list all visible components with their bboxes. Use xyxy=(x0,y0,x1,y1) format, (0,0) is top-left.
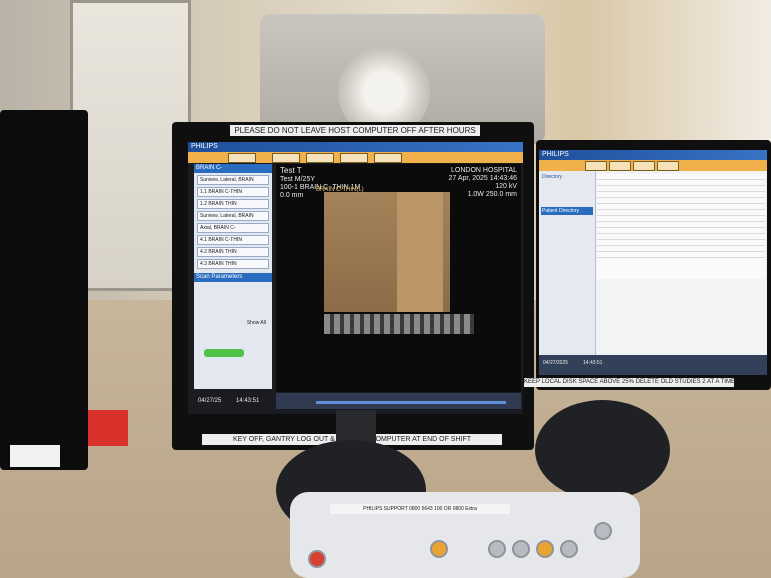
toolbar-button-2[interactable] xyxy=(272,153,300,163)
patient-id: Test M/25Y xyxy=(280,176,316,183)
ws-status-date: 04/27/2025 xyxy=(543,360,569,366)
workstation-statusbar: 04/27/2025 14:43:51 xyxy=(539,355,767,375)
exam-item[interactable]: 4.2 BRAIN THIN xyxy=(197,247,269,257)
ws-tab-3[interactable] xyxy=(633,161,655,171)
ws-tab-1[interactable] xyxy=(585,161,607,171)
exam-item[interactable]: Surview, Lateral, BRAIN xyxy=(197,175,269,185)
hospital-name: LONDON HOSPITAL xyxy=(451,167,517,174)
scout-plan-shade xyxy=(397,192,443,312)
scan-progress-bar xyxy=(316,401,506,404)
exam-item[interactable]: Surview, Lateral, BRAIN xyxy=(197,211,269,221)
keypad-label: PHILIPS SUPPORT 0800 5643 100 OR 0800 Ex… xyxy=(330,504,510,514)
console-statusbar: 04/27/25 14:43:51 xyxy=(198,393,521,409)
console-toolbar xyxy=(188,152,523,163)
status-time: 14:43:51 xyxy=(236,398,260,404)
red-power-socket xyxy=(88,410,128,446)
go-button[interactable] xyxy=(204,349,244,357)
workstation-toolbar xyxy=(539,160,767,171)
slice-position: 0.0 mm xyxy=(280,192,304,199)
keypad-button[interactable] xyxy=(560,540,578,558)
scanner-control-keypad: PHILIPS SUPPORT 0800 5643 100 OR 0800 Ex… xyxy=(290,492,640,578)
toolbar-button-4[interactable] xyxy=(340,153,368,163)
monitor-stand-right xyxy=(535,400,670,500)
left-monitor xyxy=(0,110,88,470)
workstation-screen: PHILIPS Directory Patient Directory 04/2… xyxy=(539,150,767,375)
list-item[interactable] xyxy=(597,252,765,258)
workstation-sidebar: Directory Patient Directory xyxy=(539,171,596,361)
keypad-button[interactable] xyxy=(512,540,530,558)
ws-status-time: 14:43:51 xyxy=(583,360,603,366)
toolbar-button-3[interactable] xyxy=(306,153,334,163)
brand-label: PHILIPS xyxy=(191,143,218,150)
toolbar-button-1[interactable] xyxy=(228,153,256,163)
status-date: 04/27/25 xyxy=(198,398,222,404)
emergency-stop-button[interactable] xyxy=(308,550,326,568)
scout-viewer: Test T Test M/25Y 100-1 BRAIN C- THIN 1M… xyxy=(276,164,521,392)
show-all-link[interactable]: Show All xyxy=(194,320,272,326)
exam-card-title: BRAIN C- xyxy=(194,164,272,173)
scan-params-title: Scan Parameters xyxy=(194,273,272,282)
sidebar-title: Directory xyxy=(542,174,563,180)
disk-notice-label: KEEP LOCAL DISK SPACE ABOVE 25% DELETE O… xyxy=(524,378,735,387)
workstation-brand: PHILIPS xyxy=(542,151,569,158)
workstation-titlebar: PHILIPS xyxy=(539,150,767,160)
scout-label: BRAIN C-THIN(L) xyxy=(316,187,364,193)
host-notice-label: PLEASE DO NOT LEAVE HOST COMPUTER OFF AF… xyxy=(230,125,480,136)
toolbar-button-5[interactable] xyxy=(374,153,402,163)
sidebar-section: Patient Directory xyxy=(541,207,593,215)
keypad-button[interactable] xyxy=(488,540,506,558)
scan-date: 27 Apr, 2025 14:43:46 xyxy=(448,175,517,182)
patient-table-image xyxy=(324,314,474,334)
console-titlebar: PHILIPS xyxy=(188,142,523,152)
exam-item[interactable]: 1.1 BRAIN C-THIN xyxy=(197,187,269,197)
kv-value: 120 kV xyxy=(495,183,517,190)
ws-tab-2[interactable] xyxy=(609,161,631,171)
fov-value: 1.0W 250.0 mm xyxy=(467,191,517,198)
exam-item[interactable]: 4.1 BRAIN C-THIN xyxy=(197,235,269,245)
keypad-button[interactable] xyxy=(536,540,554,558)
barcode-sticker xyxy=(10,445,60,467)
ws-tab-4[interactable] xyxy=(657,161,679,171)
exam-item[interactable]: Axial, BRAIN C- xyxy=(197,223,269,233)
patient-name: Test T xyxy=(280,166,302,175)
exam-item[interactable]: 1.2 BRAIN THIN xyxy=(197,199,269,209)
keypad-button[interactable] xyxy=(594,522,612,540)
patient-directory-list[interactable] xyxy=(597,174,765,279)
exam-item[interactable]: 4.3 BRAIN THIN xyxy=(197,259,269,269)
keypad-dpad[interactable] xyxy=(430,540,448,558)
console-screen: PHILIPS BRAIN C- Surview, Lateral, BRAIN… xyxy=(188,142,523,414)
